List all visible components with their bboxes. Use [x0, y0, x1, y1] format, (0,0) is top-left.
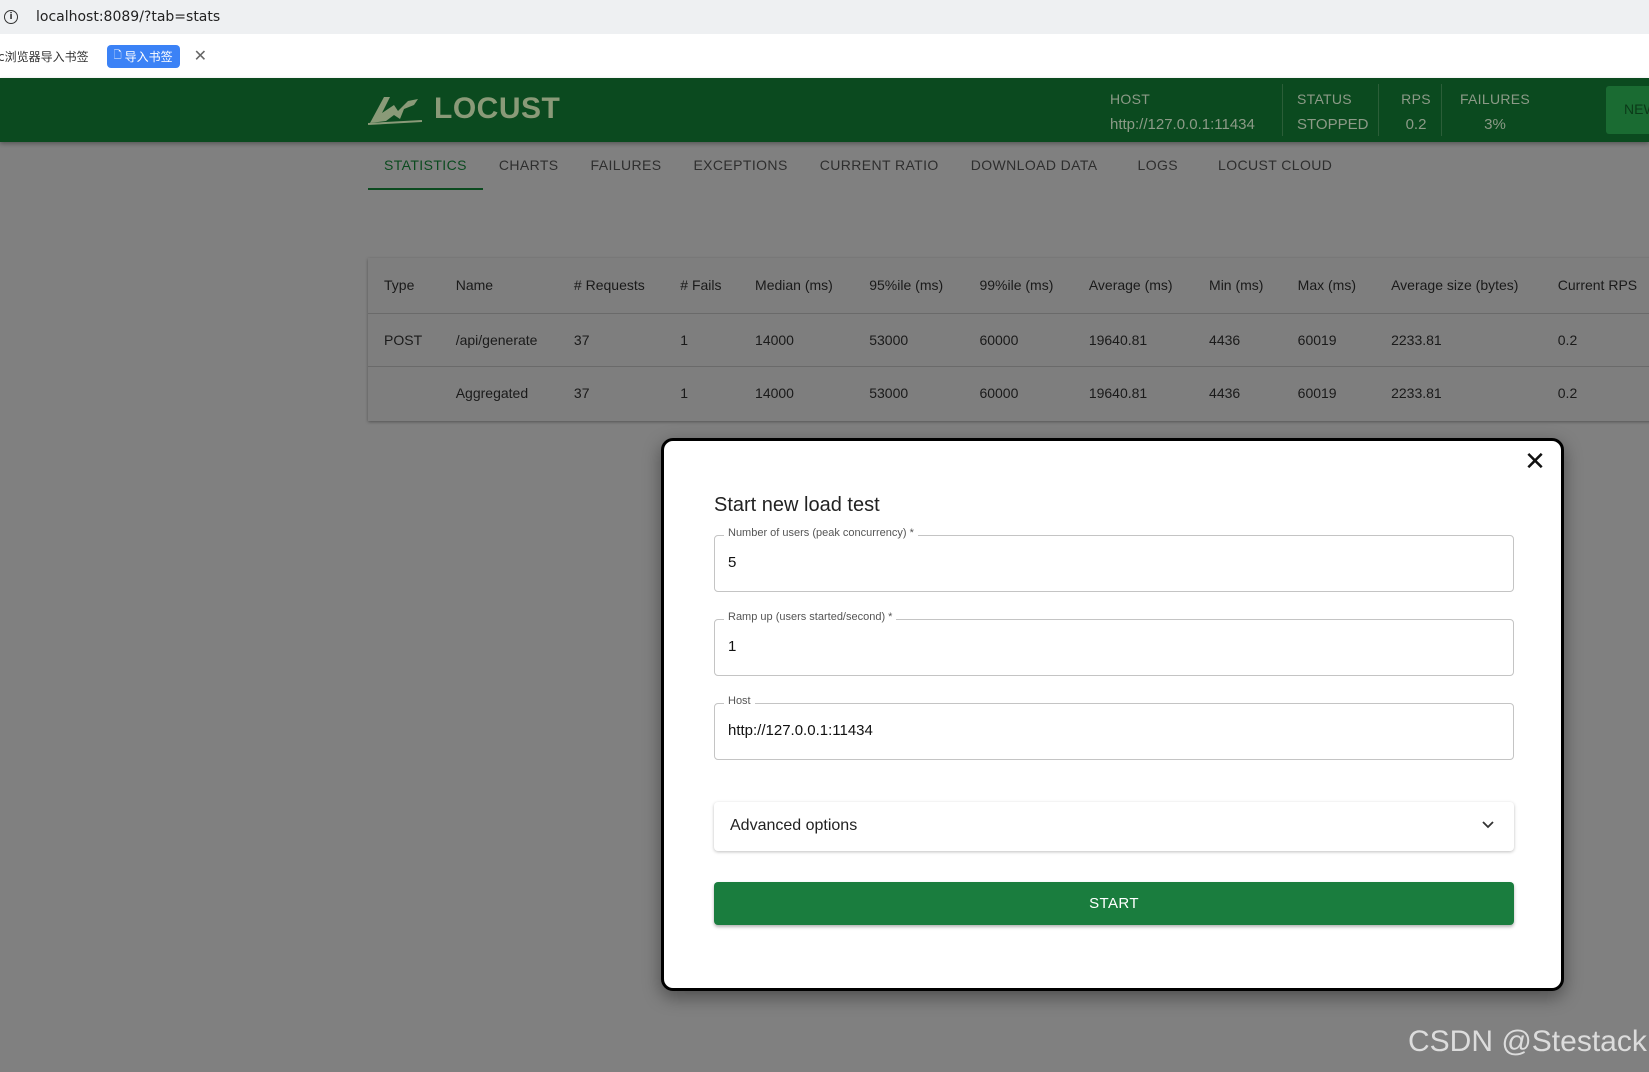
table-cell: 37	[557, 365, 665, 419]
chevron-down-icon	[1482, 821, 1494, 829]
locust-logo-icon	[368, 97, 422, 125]
column-header[interactable]: Min (ms)	[1193, 258, 1282, 313]
advanced-options-label: Advanced options	[730, 817, 858, 834]
status-value: STOPPED	[1297, 116, 1369, 133]
table-cell: Aggregated	[439, 365, 558, 419]
failures-value: 3%	[1484, 116, 1506, 133]
tab-locust-cloud[interactable]: LOCUST CLOUD	[1202, 142, 1348, 190]
stats-table: Type Name # Requests # Fails Median (ms)…	[368, 258, 1649, 421]
ramp-up-input[interactable]	[728, 638, 1488, 655]
bookmark-bar: c浏览器导入书签 🗋 导入书签 ✕	[0, 34, 1649, 78]
host-field-label: Host	[724, 695, 755, 707]
watermark: CSDN @Stestack	[1408, 1025, 1647, 1058]
table-cell: 0.2	[1541, 365, 1649, 419]
table-cell: 2233.81	[1375, 312, 1542, 366]
host-field[interactable]: Host	[714, 695, 1514, 760]
host-value: http://127.0.0.1:11434	[1110, 116, 1255, 133]
column-header[interactable]: Max (ms)	[1282, 258, 1375, 313]
document-icon: 🗋	[113, 49, 122, 61]
users-field-label: Number of users (peak concurrency) *	[724, 527, 918, 539]
status-label: STATUS	[1297, 91, 1352, 107]
tab-bar: STATISTICS CHARTS FAILURES EXCEPTIONS CU…	[368, 142, 1348, 190]
tab-failures[interactable]: FAILURES	[575, 142, 678, 190]
close-icon[interactable]: ✕	[194, 46, 207, 66]
table-cell: 14000	[739, 312, 854, 366]
tab-logs[interactable]: LOGS	[1114, 142, 1203, 190]
table-cell: 19640.81	[1072, 312, 1194, 366]
table-cell: POST	[368, 312, 440, 366]
column-header[interactable]: 95%ile (ms)	[853, 258, 963, 313]
advanced-options-accordion[interactable]: Advanced options	[714, 802, 1514, 851]
table-cell: 4436	[1193, 312, 1282, 366]
ramp-up-field[interactable]: Ramp up (users started/second) *	[714, 611, 1514, 676]
column-header[interactable]: Average (ms)	[1073, 258, 1193, 313]
tab-charts[interactable]: CHARTS	[483, 142, 575, 190]
users-input[interactable]	[728, 554, 1488, 571]
users-field[interactable]: Number of users (peak concurrency) *	[714, 527, 1514, 592]
start-test-modal: ✕ Start new load test Number of users (p…	[661, 438, 1564, 991]
column-header[interactable]: Name	[440, 258, 558, 313]
new-test-button[interactable]: NEW	[1606, 86, 1649, 134]
table-cell: 0.2	[1541, 312, 1649, 366]
table-cell: 4436	[1193, 365, 1282, 419]
app-header: LOCUST HOST http://127.0.0.1:11434 STATU…	[0, 78, 1649, 142]
logo-text: LOCUST	[434, 92, 561, 125]
table-cell: 14000	[739, 365, 854, 419]
address-url[interactable]: localhost:8089/?tab=stats	[36, 9, 220, 25]
rps-stat: RPS 0.2	[1396, 87, 1436, 137]
tab-current-ratio[interactable]: CURRENT RATIO	[804, 142, 955, 190]
table-cell: 60019	[1281, 312, 1376, 366]
rps-label: RPS	[1401, 91, 1431, 107]
header-divider	[1378, 84, 1379, 136]
table-cell: /api/generate	[439, 312, 558, 366]
host-input[interactable]	[728, 722, 1488, 739]
table-header-row: Type Name # Requests # Fails Median (ms)…	[368, 258, 1649, 313]
table-cell	[368, 365, 440, 419]
header-divider	[1282, 84, 1283, 136]
table-cell: 19640.81	[1072, 365, 1194, 419]
column-header[interactable]: # Fails	[664, 258, 739, 313]
tab-download-data[interactable]: DOWNLOAD DATA	[955, 142, 1114, 190]
close-icon[interactable]: ✕	[1523, 449, 1547, 475]
table-cell: 53000	[853, 365, 964, 419]
table-row: POST /api/generate 37 1 14000 53000 6000…	[368, 312, 1649, 366]
start-button[interactable]: START	[714, 882, 1514, 925]
info-icon[interactable]: i	[4, 10, 18, 24]
table-cell: 1	[664, 365, 740, 419]
table-cell: 2233.81	[1375, 365, 1542, 419]
column-header[interactable]: Current RPS	[1542, 258, 1649, 313]
host-label: HOST	[1110, 91, 1151, 107]
header-divider	[1441, 84, 1442, 136]
host-stat: HOST http://127.0.0.1:11434	[1110, 87, 1255, 137]
browser-address-bar: i localhost:8089/?tab=stats	[0, 0, 1649, 34]
import-bookmarks-label: 导入书签	[124, 49, 173, 64]
bookmark-item[interactable]: c浏览器导入书签	[0, 48, 89, 65]
failures-label: FAILURES	[1459, 91, 1531, 107]
tab-statistics[interactable]: STATISTICS	[368, 142, 483, 190]
column-header[interactable]: Type	[368, 258, 440, 313]
table-cell: 60019	[1281, 365, 1376, 419]
column-header[interactable]: # Requests	[558, 258, 664, 313]
column-header[interactable]: Median (ms)	[739, 258, 853, 313]
table-cell: 53000	[853, 312, 964, 366]
locust-logo[interactable]: LOCUST	[368, 92, 560, 126]
rps-value: 0.2	[1405, 116, 1427, 133]
table-cell: 60000	[963, 365, 1073, 419]
column-header[interactable]: 99%ile (ms)	[963, 258, 1072, 313]
import-bookmarks-button[interactable]: 🗋 导入书签	[106, 44, 180, 68]
table-cell: 1	[664, 312, 740, 366]
table-cell: 37	[557, 312, 665, 366]
failures-stat: FAILURES 3%	[1458, 87, 1532, 137]
column-header[interactable]: Average size (bytes)	[1375, 258, 1542, 313]
ramp-up-field-label: Ramp up (users started/second) *	[724, 611, 897, 623]
table-cell: 60000	[963, 312, 1073, 366]
table-row-aggregated: Aggregated 37 1 14000 53000 60000 19640.…	[368, 365, 1649, 419]
tab-exceptions[interactable]: EXCEPTIONS	[677, 142, 803, 190]
status-stat: STATUS STOPPED	[1297, 87, 1368, 137]
modal-title: Start new load test	[714, 494, 880, 516]
